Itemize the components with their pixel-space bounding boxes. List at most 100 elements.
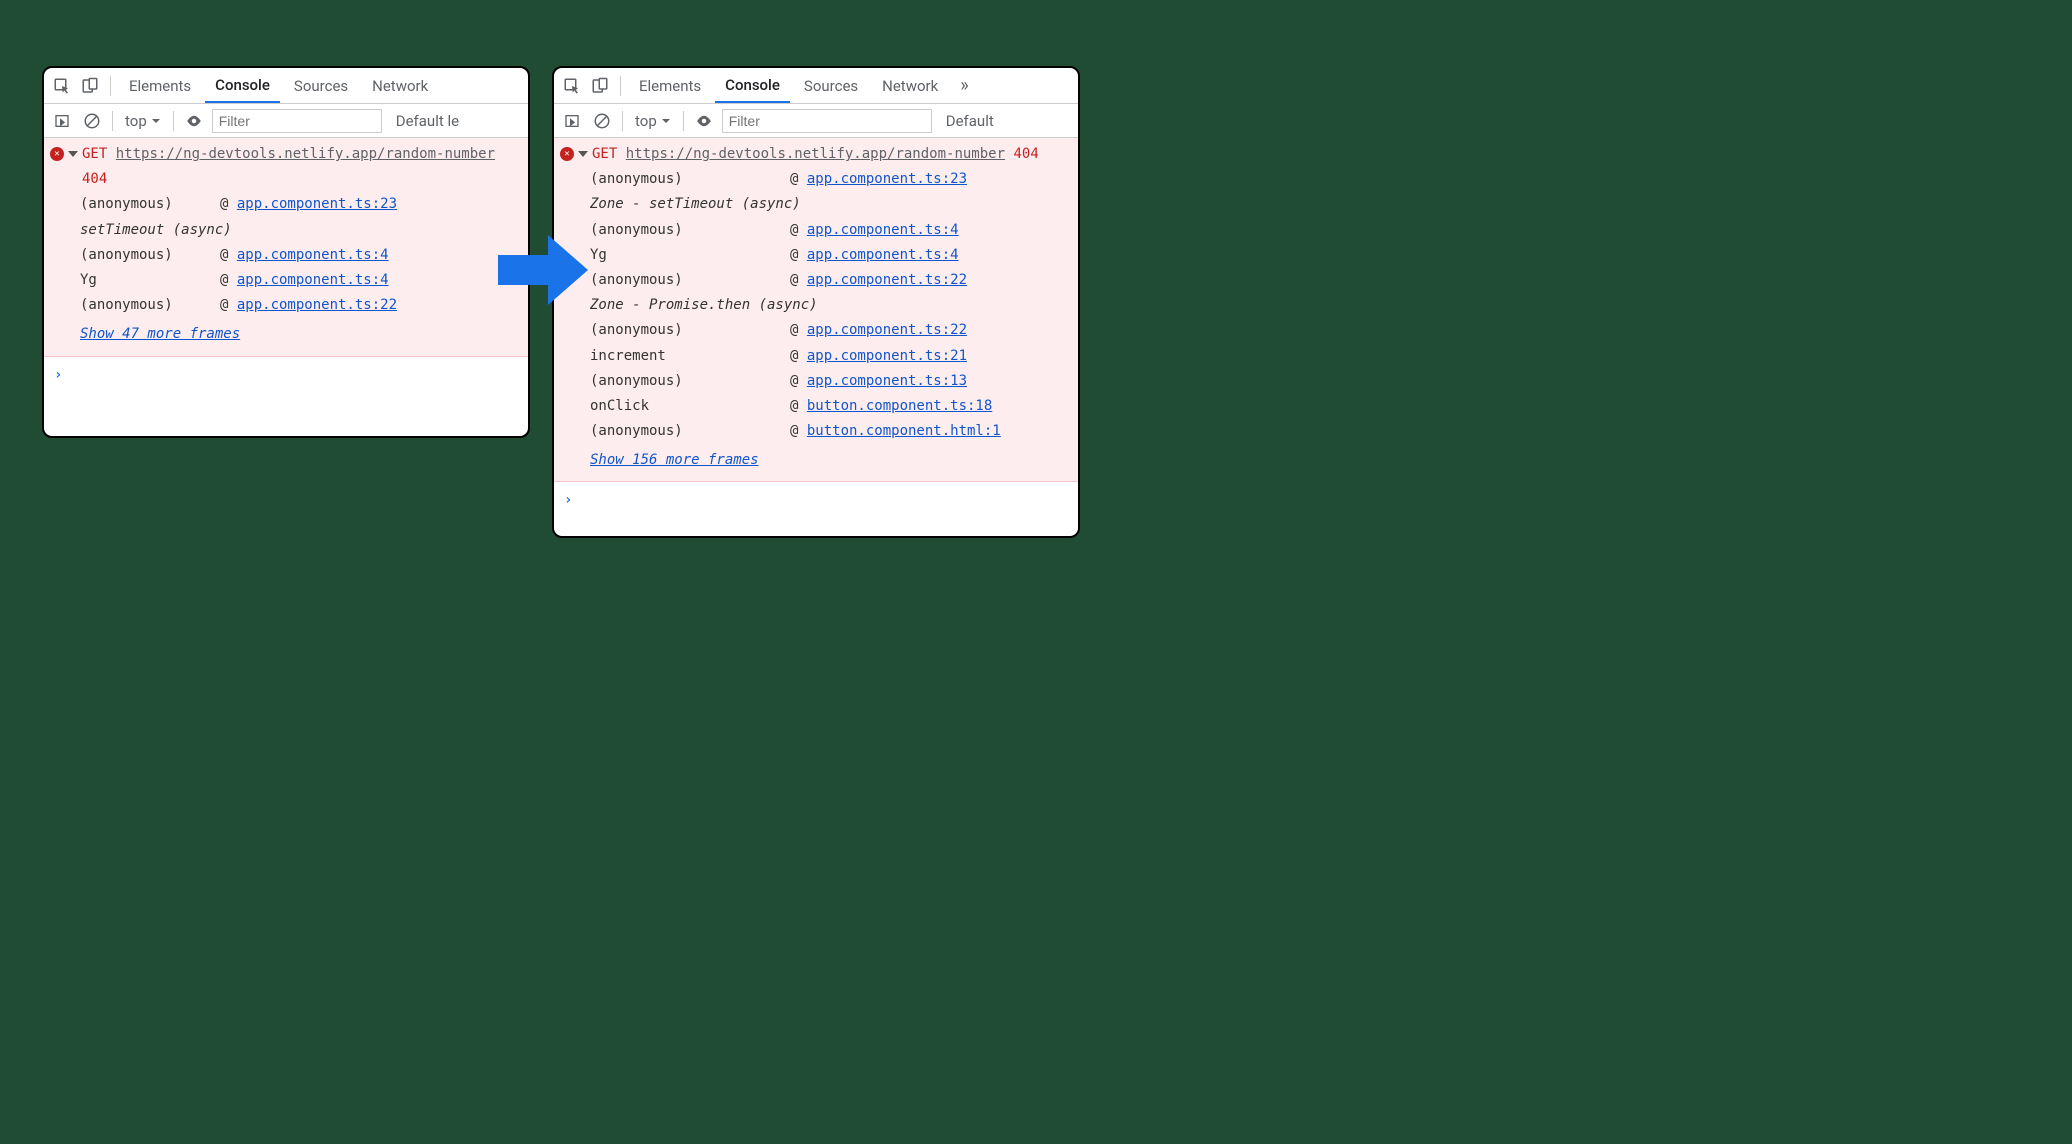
frame-location: @ app.component.ts:4	[220, 243, 389, 268]
tab-sources[interactable]: Sources	[284, 68, 358, 103]
expand-icon[interactable]	[578, 151, 588, 157]
show-more-frames[interactable]: Show 156 more frames	[560, 448, 759, 473]
error-icon	[560, 147, 574, 161]
execution-context[interactable]: top	[121, 112, 165, 130]
frame-location: @ app.component.ts:21	[790, 344, 967, 369]
http-status: 404	[82, 171, 107, 187]
frame-location: @ app.component.ts:4	[790, 243, 959, 268]
request-url[interactable]: https://ng-devtools.netlify.app/random-n…	[626, 146, 1005, 162]
error-header[interactable]: GET https://ng-devtools.netlify.app/rand…	[560, 142, 1072, 167]
clear-console-icon[interactable]	[590, 109, 614, 133]
log-levels[interactable]: Default	[938, 112, 994, 130]
stack-frame: (anonymous)@ app.component.ts:22	[590, 318, 1072, 343]
stack-frame: Yg@ app.component.ts:4	[590, 243, 1072, 268]
stack-frame: (anonymous)@ button.component.html:1	[590, 419, 1072, 444]
divider	[173, 111, 174, 131]
source-link[interactable]: app.component.ts:4	[237, 272, 389, 288]
stack-frame: (anonymous)@ app.component.ts:13	[590, 369, 1072, 394]
execution-context[interactable]: top	[631, 112, 675, 130]
tab-network[interactable]: Network	[362, 68, 438, 103]
async-boundary: setTimeout (async)	[80, 218, 522, 243]
console-body: GET https://ng-devtools.netlify.app/rand…	[44, 138, 528, 436]
filter-input[interactable]	[722, 109, 932, 133]
source-link[interactable]: app.component.ts:4	[237, 247, 389, 263]
chevron-down-icon	[151, 116, 161, 126]
source-link[interactable]: app.component.ts:22	[807, 322, 967, 338]
source-link[interactable]: app.component.ts:13	[807, 373, 967, 389]
divider	[683, 111, 684, 131]
frame-location: @ app.component.ts:4	[220, 268, 389, 293]
tab-elements[interactable]: Elements	[119, 68, 201, 103]
expand-icon[interactable]	[68, 151, 78, 157]
frame-location: @ app.component.ts:22	[790, 268, 967, 293]
sidebar-toggle-icon[interactable]	[560, 109, 584, 133]
console-prompt[interactable]	[44, 357, 528, 394]
log-levels[interactable]: Default le	[388, 112, 459, 130]
frame-function: increment	[590, 344, 790, 369]
inspect-icon[interactable]	[50, 74, 74, 98]
source-link[interactable]: app.component.ts:4	[807, 222, 959, 238]
clear-console-icon[interactable]	[80, 109, 104, 133]
stack-frame: (anonymous)@ app.component.ts:22	[80, 293, 522, 318]
frame-function: (anonymous)	[80, 192, 220, 217]
source-link[interactable]: button.component.ts:18	[807, 398, 992, 414]
device-toggle-icon[interactable]	[588, 74, 612, 98]
frame-function: Yg	[590, 243, 790, 268]
show-more-frames[interactable]: Show 47 more frames	[50, 322, 240, 347]
tab-elements[interactable]: Elements	[629, 68, 711, 103]
source-link[interactable]: app.component.ts:23	[807, 171, 967, 187]
frame-function: (anonymous)	[590, 419, 790, 444]
source-link[interactable]: app.component.ts:4	[807, 247, 959, 263]
devtools-tabs: Elements Console Sources Network	[44, 68, 528, 104]
frame-location: @ app.component.ts:13	[790, 369, 967, 394]
error-header[interactable]: GET https://ng-devtools.netlify.app/rand…	[50, 142, 522, 192]
frame-location: @ app.component.ts:22	[790, 318, 967, 343]
stack-frame: (anonymous)@ app.component.ts:23	[590, 167, 1072, 192]
frame-function: (anonymous)	[590, 218, 790, 243]
frame-function: (anonymous)	[590, 318, 790, 343]
devtools-panel-before: Elements Console Sources Network top Def…	[42, 66, 530, 438]
device-toggle-icon[interactable]	[78, 74, 102, 98]
frame-function: Yg	[80, 268, 220, 293]
console-toolbar: top Default	[554, 104, 1078, 138]
divider	[110, 76, 111, 96]
source-link[interactable]: app.component.ts:22	[237, 297, 397, 313]
stack-frame: (anonymous)@ app.component.ts:22	[590, 268, 1072, 293]
async-boundary: Zone - setTimeout (async)	[590, 192, 1072, 217]
frame-function: (anonymous)	[80, 293, 220, 318]
frame-location: @ app.component.ts:23	[220, 192, 397, 217]
filter-input[interactable]	[212, 109, 382, 133]
console-prompt[interactable]	[554, 482, 1078, 519]
source-link[interactable]: button.component.html:1	[807, 423, 1001, 439]
http-method: GET	[592, 146, 617, 162]
more-tabs[interactable]: »	[952, 75, 976, 96]
frame-function: (anonymous)	[590, 167, 790, 192]
frame-location: @ button.component.ts:18	[790, 394, 992, 419]
source-link[interactable]: app.component.ts:23	[237, 196, 397, 212]
console-error: GET https://ng-devtools.netlify.app/rand…	[44, 138, 528, 357]
context-label: top	[635, 112, 657, 130]
frame-location: @ app.component.ts:4	[790, 218, 959, 243]
live-expression-icon[interactable]	[182, 109, 206, 133]
tab-console[interactable]: Console	[715, 68, 790, 103]
tab-sources[interactable]: Sources	[794, 68, 868, 103]
source-link[interactable]: app.component.ts:21	[807, 348, 967, 364]
arrow-icon	[493, 230, 593, 310]
live-expression-icon[interactable]	[692, 109, 716, 133]
tab-console[interactable]: Console	[205, 68, 280, 103]
request-url[interactable]: https://ng-devtools.netlify.app/random-n…	[116, 146, 495, 162]
frame-location: @ app.component.ts:22	[220, 293, 397, 318]
source-link[interactable]: app.component.ts:22	[807, 272, 967, 288]
error-icon	[50, 147, 64, 161]
frame-function: onClick	[590, 394, 790, 419]
sidebar-toggle-icon[interactable]	[50, 109, 74, 133]
stack-frame: Yg@ app.component.ts:4	[80, 268, 522, 293]
frame-location: @ app.component.ts:23	[790, 167, 967, 192]
tab-network[interactable]: Network	[872, 68, 948, 103]
console-error: GET https://ng-devtools.netlify.app/rand…	[554, 138, 1078, 482]
inspect-icon[interactable]	[560, 74, 584, 98]
stack-trace: (anonymous)@ app.component.ts:23Zone - s…	[560, 167, 1072, 444]
divider	[112, 111, 113, 131]
frame-function: (anonymous)	[590, 268, 790, 293]
chevron-down-icon	[661, 116, 671, 126]
